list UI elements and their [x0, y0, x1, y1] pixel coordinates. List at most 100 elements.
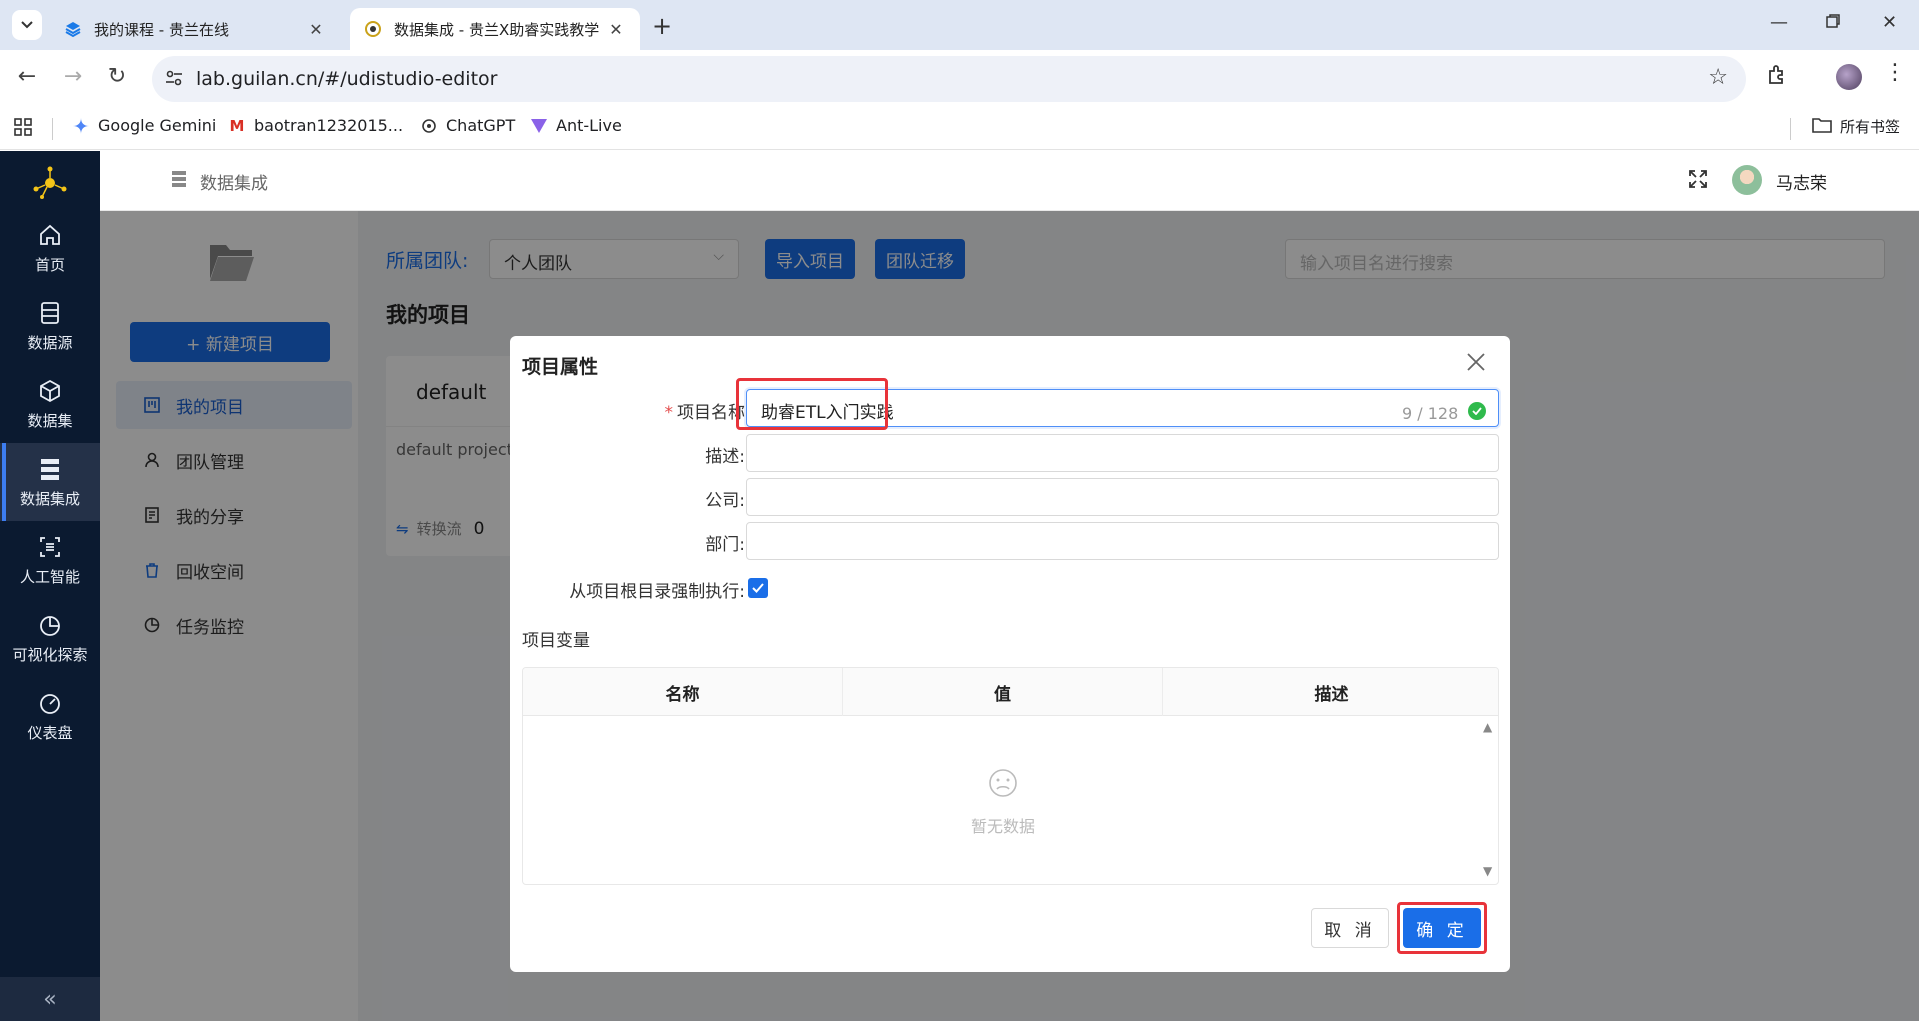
sidebar-item-ai[interactable]: 人工智能	[0, 521, 100, 599]
char-count: 9 / 128	[1402, 404, 1459, 423]
all-bookmarks[interactable]: 所有书签	[1812, 116, 1900, 137]
restore-icon[interactable]	[1826, 12, 1840, 33]
bookmark-gemini[interactable]: Google Gemini	[72, 116, 216, 135]
variables-table: 名称 值 描述 暂无数据 ▲ ▼	[522, 667, 1499, 885]
apps-grid-icon[interactable]	[14, 118, 32, 140]
sidebar-collapse-button[interactable]: «	[0, 977, 100, 1021]
description-input[interactable]	[746, 434, 1499, 472]
minimize-icon[interactable]: —	[1770, 12, 1788, 33]
scroll-up-icon[interactable]: ▲	[1483, 720, 1492, 734]
close-icon[interactable]: ✕	[606, 20, 626, 39]
name-label: * 项目名称	[664, 403, 746, 423]
omnibox[interactable]: lab.guilan.cn/#/udistudio-editor ☆	[152, 56, 1746, 102]
sidebar-item-datasource[interactable]: 数据源	[0, 287, 100, 365]
reload-icon[interactable]: ↻	[102, 64, 132, 89]
back-arrow-icon[interactable]: ←	[12, 64, 42, 89]
department-label: 部门:	[705, 535, 745, 555]
check-circle-icon	[1468, 402, 1486, 420]
close-icon[interactable]: ✕	[306, 20, 326, 39]
integration-icon	[37, 456, 63, 482]
url-text[interactable]: lab.guilan.cn/#/udistudio-editor	[196, 68, 497, 90]
app-logo[interactable]	[30, 163, 70, 203]
site-settings-icon[interactable]	[164, 68, 184, 92]
breadcrumb: 数据集成	[172, 169, 268, 194]
bookmark-label: Google Gemini	[98, 116, 217, 135]
sidebar-item-dataset[interactable]: 数据集	[0, 365, 100, 443]
avatar[interactable]	[1732, 165, 1762, 195]
sidebar: 首页 数据源 数据集 数据集成 人工智能 可视化探索 仪表盘 «	[0, 151, 100, 1021]
list-icon	[172, 170, 186, 193]
bookmark-gmail[interactable]: M baotran1232015...	[228, 116, 404, 135]
sidebar-item-visual[interactable]: 可视化探索	[0, 599, 100, 677]
project-properties-dialog: 项目属性 * 项目名称 助睿ETL入门实践 9 / 128 描述: 公司: 部门:…	[510, 336, 1510, 972]
dataset-icon	[37, 378, 63, 404]
browser-tab-courses[interactable]: 我的课程 - 贵兰在线 ✕	[50, 8, 340, 50]
highlight-box	[1397, 902, 1487, 954]
sidebar-item-label: 首页	[34, 255, 65, 274]
new-tab-plus-icon[interactable]: +	[652, 12, 672, 40]
home-icon	[37, 222, 63, 248]
browser-tab-integration[interactable]: 数据集成 - 贵兰X助睿实践教学 ✕	[350, 8, 640, 50]
sidebar-item-home[interactable]: 首页	[0, 209, 100, 287]
bookmark-label: Ant-Live	[556, 116, 622, 135]
sidebar-item-label: 仪表盘	[27, 723, 73, 742]
sidebar-item-label: 人工智能	[19, 567, 80, 586]
tab-search-button[interactable]	[12, 10, 42, 40]
gemini-icon	[72, 117, 90, 135]
ant-live-icon	[530, 117, 548, 135]
empty-text: 暂无数据	[970, 817, 1035, 836]
force-exec-checkbox[interactable]	[748, 578, 768, 598]
column-header[interactable]: 描述	[1163, 668, 1498, 716]
layers-icon	[64, 20, 82, 38]
address-bar: ← → ↻ lab.guilan.cn/#/udistudio-editor ☆…	[0, 50, 1919, 108]
breadcrumb-label: 数据集成	[200, 174, 268, 194]
chevron-down-icon	[21, 21, 33, 29]
app-header: 数据集成 马志荣	[100, 151, 1919, 211]
column-header[interactable]: 名称	[523, 668, 843, 716]
description-label: 描述:	[705, 447, 745, 467]
bookmarks-bar: Google Gemini M baotran1232015... ChatGP…	[0, 108, 1919, 150]
scroll-down-icon[interactable]: ▼	[1483, 864, 1492, 878]
bookmark-label: ChatGPT	[446, 116, 516, 135]
cancel-button[interactable]: 取 消	[1311, 908, 1389, 948]
department-input[interactable]	[746, 522, 1499, 560]
close-icon[interactable]	[1466, 352, 1486, 376]
divider	[52, 118, 53, 140]
bookmark-chatgpt[interactable]: ChatGPT	[420, 116, 515, 135]
company-label: 公司:	[705, 491, 745, 511]
forward-arrow-icon[interactable]: →	[58, 64, 88, 89]
window-close-icon[interactable]: ✕	[1882, 12, 1897, 33]
bookmark-ant-live[interactable]: Ant-Live	[530, 116, 622, 135]
datasource-icon	[37, 300, 63, 326]
more-menu-icon[interactable]: ⋮	[1884, 60, 1906, 85]
browser-tab-strip: 我的课程 - 贵兰在线 ✕ 数据集成 - 贵兰X助睿实践教学 ✕ + — ✕	[0, 0, 1919, 50]
column-header[interactable]: 值	[843, 668, 1163, 716]
sad-face-icon	[988, 768, 1018, 802]
bookmark-label: baotran1232015...	[254, 116, 404, 135]
site-logo-icon	[364, 20, 382, 38]
chart-icon	[37, 612, 63, 638]
divider	[1790, 118, 1791, 140]
bookmark-star-icon[interactable]: ☆	[1708, 65, 1728, 90]
username[interactable]: 马志荣	[1776, 169, 1827, 194]
dialog-title: 项目属性	[522, 356, 599, 378]
sidebar-item-integration[interactable]: 数据集成	[0, 443, 100, 521]
ai-icon	[37, 534, 63, 560]
tab-title: 我的课程 - 贵兰在线	[94, 20, 229, 39]
gmail-icon: M	[229, 116, 245, 135]
profile-avatar[interactable]	[1836, 64, 1862, 90]
sidebar-item-label: 可视化探索	[12, 645, 88, 664]
chatgpt-icon	[420, 117, 438, 135]
folder-icon	[1812, 117, 1832, 137]
dashboard-icon	[37, 690, 63, 716]
company-input[interactable]	[746, 478, 1499, 516]
sidebar-item-label: 数据源	[27, 333, 73, 352]
fullscreen-icon[interactable]	[1688, 169, 1708, 193]
all-bookmarks-label: 所有书签	[1840, 118, 1901, 136]
highlight-box	[736, 378, 888, 430]
sidebar-item-dashboard[interactable]: 仪表盘	[0, 677, 100, 755]
sidebar-item-label: 数据集	[27, 411, 73, 430]
collapse-icon: «	[43, 986, 57, 1012]
extensions-icon[interactable]	[1766, 64, 1788, 90]
tab-title: 数据集成 - 贵兰X助睿实践教学	[394, 20, 600, 39]
